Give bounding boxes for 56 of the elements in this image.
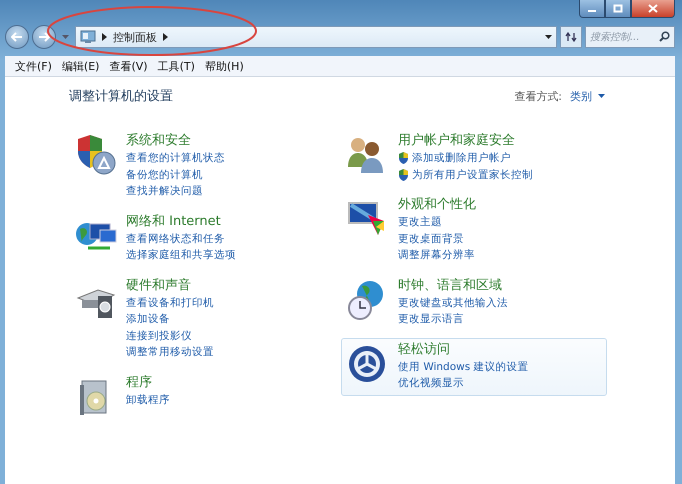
refresh-arrows-icon	[565, 31, 577, 43]
search-field[interactable]: 搜索控制...	[585, 26, 675, 48]
menu-item[interactable]: 编辑(E)	[62, 58, 100, 74]
task-link[interactable]: 更改键盘或其他输入法	[398, 294, 508, 311]
chevron-icon[interactable]	[163, 33, 168, 41]
menu-item[interactable]: 查看(V)	[109, 58, 148, 74]
task-link[interactable]: 更改桌面背景	[398, 230, 464, 247]
back-arrow-icon	[11, 32, 23, 42]
task-link[interactable]: 添加或删除用户帐户	[412, 150, 511, 166]
task-link[interactable]: 使用 Windows 建议的设置	[398, 358, 529, 375]
category-link[interactable]: 程序	[126, 374, 170, 392]
close-icon	[648, 4, 658, 13]
page-heading: 调整计算机的设置	[69, 88, 173, 105]
task-link[interactable]: 优化视频显示	[398, 375, 464, 392]
breadcrumb[interactable]: 控制面板	[113, 30, 157, 44]
task-link[interactable]: 更改显示语言	[398, 311, 464, 328]
forward-button[interactable]	[32, 25, 56, 49]
task-link[interactable]: 查找并解决问题	[126, 183, 203, 200]
menu-item[interactable]: 帮助(H)	[204, 58, 244, 74]
refresh-button[interactable]	[560, 26, 582, 48]
category-link[interactable]: 时钟、语言和区域	[398, 276, 508, 294]
view-by-label: 查看方式:	[514, 88, 562, 104]
forward-arrow-icon	[38, 32, 50, 42]
category-link[interactable]: 网络和 Internet	[126, 212, 236, 230]
task-link[interactable]: 调整屏幕分辨率	[398, 247, 475, 264]
maximize-icon	[613, 4, 623, 13]
maximize-button[interactable]	[605, 0, 631, 18]
category-link[interactable]: 用户帐户和家庭安全	[398, 132, 533, 150]
task-link[interactable]: 更改主题	[398, 214, 442, 230]
task-link[interactable]: 查看设备和打印机	[126, 294, 214, 311]
category-link[interactable]: 外观和个性化	[398, 196, 476, 214]
task-link[interactable]: 备份您的计算机	[126, 166, 203, 183]
view-by-dropdown[interactable]: 类别	[570, 88, 605, 104]
caret-icon	[598, 94, 605, 98]
minimize-button[interactable]	[579, 0, 605, 18]
task-link[interactable]: 添加设备	[126, 311, 170, 328]
task-link[interactable]: 查看网络状态和任务	[126, 230, 225, 247]
task-link[interactable]: 查看您的计算机状态	[126, 150, 225, 166]
category-link[interactable]: 系统和安全	[126, 132, 225, 150]
task-link[interactable]: 选择家庭组和共享选项	[126, 247, 236, 264]
search-icon[interactable]	[659, 31, 670, 42]
category-panel[interactable]: 轻松访问 使用 Windows 建议的设置 优化视频显示	[341, 338, 607, 396]
category-link[interactable]: 硬件和声音	[126, 276, 214, 294]
control-panel-icon	[80, 30, 96, 44]
task-link[interactable]: 卸载程序	[126, 392, 170, 408]
task-link[interactable]: 调整常用移动设置	[126, 344, 214, 360]
task-link[interactable]: 连接到投影仪	[126, 328, 192, 344]
dropdown-icon[interactable]	[545, 35, 552, 39]
task-link[interactable]: 为所有用户设置家长控制	[412, 166, 533, 183]
close-button[interactable]	[631, 0, 675, 18]
menu-item[interactable]: 工具(T)	[158, 58, 195, 74]
menu-item[interactable]: 文件(F)	[15, 58, 52, 74]
chevron-icon[interactable]	[102, 33, 107, 41]
back-button[interactable]	[5, 25, 29, 49]
category-link[interactable]: 轻松访问	[398, 340, 529, 358]
address-field[interactable]: 控制面板	[75, 26, 557, 48]
